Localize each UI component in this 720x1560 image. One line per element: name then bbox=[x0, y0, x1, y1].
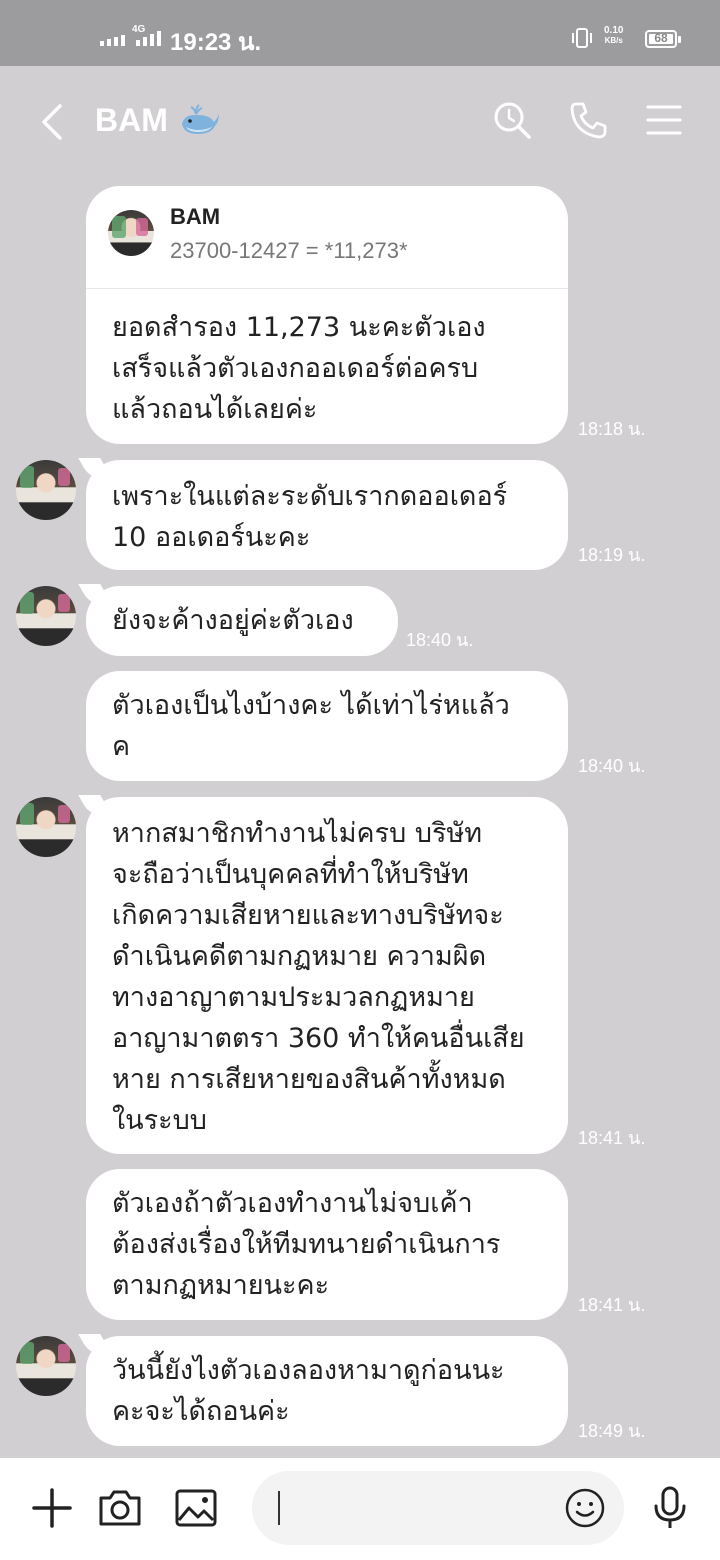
message-line: จะถือว่าเป็นบุคคลที่ทำให้บริษัท bbox=[112, 859, 469, 890]
message-line: อาญามาตตรา 360 ทำให้คนอื่นเสีย bbox=[112, 1023, 525, 1054]
message-line: คะจะได้ถอนค่ะ bbox=[112, 1396, 290, 1427]
message-line: 10 ออเดอร์นะคะ bbox=[112, 522, 311, 553]
message-time: 18:40 น. bbox=[406, 630, 474, 650]
signal-icon bbox=[100, 28, 125, 46]
message-line: เสร็จแล้วตัวเองกออเดอร์ต่อครบ bbox=[112, 353, 479, 384]
message-time: 18:41 น. bbox=[578, 1128, 646, 1148]
message-time: 18:19 น. bbox=[578, 545, 646, 565]
message-time: 18:18 น. bbox=[578, 419, 646, 439]
text-cursor bbox=[278, 1491, 280, 1525]
mic-icon[interactable] bbox=[646, 1484, 694, 1532]
message-line: แล้วถอนได้เลยค่ะ bbox=[112, 394, 318, 425]
reply-sender-name: BAM bbox=[170, 204, 221, 229]
message-bubble[interactable]: วันนี้ยังไงตัวเองลองหามาดูก่อนนะ คะจะได้… bbox=[86, 1336, 568, 1446]
status-time: 19:23 น. bbox=[170, 29, 262, 56]
camera-icon[interactable] bbox=[96, 1484, 144, 1532]
avatar[interactable] bbox=[16, 586, 76, 646]
message-line: ต้องส่งเรื่องให้ทีมทนายดำเนินการ bbox=[112, 1229, 501, 1260]
chat-title[interactable]: BAM bbox=[95, 102, 168, 139]
message-line: ดำเนินคดีตามกฏหมาย ความผิด bbox=[112, 941, 487, 972]
vibrate-icon bbox=[572, 28, 592, 48]
status-bar: 4G 19:23 น. 0.10 KB/s 68 bbox=[0, 0, 720, 66]
image-icon[interactable] bbox=[172, 1484, 220, 1532]
network-speed: 0.10 KB/s bbox=[604, 26, 623, 46]
message-bubble[interactable]: หากสมาชิกทำงานไม่ครบ บริษัท จะถือว่าเป็น… bbox=[86, 797, 568, 1154]
message-line: เพราะในแต่ละระดับเรากดออเดอร์ bbox=[112, 481, 508, 512]
message-line: เกิดความเสียหายและทางบริษัทจะ bbox=[112, 900, 504, 931]
speed-unit: KB/s bbox=[604, 36, 623, 45]
message-line: ยอดสำรอง 11,273 นะคะตัวเอง bbox=[112, 312, 486, 343]
menu-icon[interactable] bbox=[644, 100, 684, 140]
battery-level: 68 bbox=[654, 31, 668, 45]
message-bubble[interactable]: ตัวเองถ้าตัวเองทำงานไม่จบเค้า ต้องส่งเรื… bbox=[86, 1169, 568, 1320]
emoji-icon[interactable] bbox=[564, 1487, 606, 1529]
message-line: ตัวเองถ้าตัวเองทำงานไม่จบเค้า bbox=[112, 1188, 473, 1219]
message-bubble[interactable]: ยังจะค้างอยู่ค่ะตัวเอง bbox=[86, 586, 398, 656]
message-input[interactable] bbox=[252, 1471, 624, 1545]
plus-icon[interactable] bbox=[28, 1484, 76, 1532]
whale-emoji-icon bbox=[182, 104, 219, 134]
battery-icon: 68 bbox=[645, 30, 681, 48]
message-bubble[interactable]: ตัวเองเป็นไงบ้างคะ ได้เท่าไร่หแล้ว ค bbox=[86, 671, 568, 781]
message-input-bar bbox=[0, 1458, 720, 1560]
message-bubble[interactable]: BAM 23700-12427 = *11,273* ยอดสำรอง 11,2… bbox=[86, 186, 568, 444]
message-text: ยอดสำรอง 11,273 นะคะตัวเอง เสร็จแล้วตัวเ… bbox=[86, 289, 568, 430]
message-line: ในระบบ bbox=[112, 1105, 207, 1136]
message-bubble[interactable]: เพราะในแต่ละระดับเรากดออเดอร์ 10 ออเดอร์… bbox=[86, 460, 568, 570]
message-time: 18:41 น. bbox=[578, 1295, 646, 1315]
message-line: ยังจะค้างอยู่ค่ะตัวเอง bbox=[112, 605, 354, 636]
message-line: หากสมาชิกทำงานไม่ครบ บริษัท bbox=[112, 818, 483, 849]
reply-quoted-text: 23700-12427 = *11,273* bbox=[170, 238, 408, 263]
reply-preview[interactable]: BAM 23700-12427 = *11,273* bbox=[86, 186, 568, 289]
message-time: 18:40 น. bbox=[578, 756, 646, 776]
message-line: ค bbox=[112, 731, 131, 762]
message-time: 18:49 น. bbox=[578, 1421, 646, 1441]
avatar[interactable] bbox=[16, 460, 76, 520]
back-icon[interactable] bbox=[38, 102, 68, 142]
avatar[interactable] bbox=[16, 797, 76, 857]
avatar[interactable] bbox=[16, 1336, 76, 1396]
phone-icon[interactable] bbox=[568, 100, 608, 140]
message-line: วันนี้ยังไงตัวเองลองหามาดูก่อนนะ bbox=[112, 1355, 505, 1386]
search-icon[interactable] bbox=[492, 100, 532, 140]
avatar bbox=[108, 210, 154, 256]
message-line: หาย การเสียหายของสินค้าทั้งหมด bbox=[112, 1064, 506, 1095]
chat-header: BAM bbox=[0, 66, 720, 176]
message-line: ตามกฏหมายนะคะ bbox=[112, 1270, 330, 1301]
speed-value: 0.10 bbox=[604, 25, 624, 36]
message-line: ทางอาญาตามประมวลกฏหมาย bbox=[112, 982, 475, 1013]
signal-2-icon bbox=[136, 28, 161, 46]
message-line: ตัวเองเป็นไงบ้างคะ ได้เท่าไร่หแล้ว bbox=[112, 690, 510, 721]
